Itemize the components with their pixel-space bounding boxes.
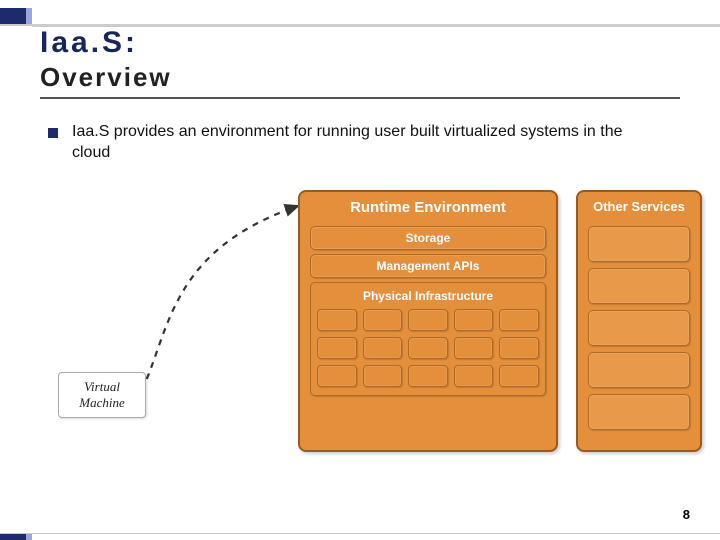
title-divider [40, 97, 680, 99]
vm-label-line2: Machine [65, 395, 139, 411]
slide-title: Iaa.S: [40, 26, 138, 60]
service-box [588, 310, 690, 346]
service-box [588, 352, 690, 388]
infra-node [408, 337, 448, 359]
other-services-panel: Other Services [576, 190, 702, 452]
infra-node [454, 309, 494, 331]
infra-node [363, 337, 403, 359]
management-apis-box: Management APIs [310, 254, 546, 278]
runtime-environment-panel: Runtime Environment Storage Management A… [298, 190, 558, 452]
other-services-stack [578, 226, 700, 444]
slide-bottom-accent [0, 520, 720, 540]
slide-top-accent [0, 0, 720, 26]
infrastructure-node-grid [317, 309, 539, 387]
physical-infrastructure-title: Physical Infrastructure [317, 287, 539, 309]
runtime-header: Runtime Environment [300, 192, 556, 222]
infra-node [317, 337, 357, 359]
infra-node [499, 337, 539, 359]
infra-node [363, 365, 403, 387]
virtual-machine-box: Virtual Machine [58, 372, 146, 418]
infra-node [363, 309, 403, 331]
storage-box: Storage [310, 226, 546, 250]
infra-node [499, 309, 539, 331]
infra-node [499, 365, 539, 387]
other-services-header: Other Services [578, 192, 700, 220]
infra-node [408, 365, 448, 387]
physical-infrastructure-box: Physical Infrastructure [310, 282, 546, 396]
infra-node [317, 365, 357, 387]
service-box [588, 394, 690, 430]
slide-subtitle: Overview [40, 62, 172, 93]
vm-label-line1: Virtual [65, 379, 139, 395]
service-box [588, 268, 690, 304]
infra-node [454, 337, 494, 359]
architecture-diagram: Virtual Machine Runtime Environment Stor… [0, 190, 720, 490]
infra-node [317, 309, 357, 331]
infra-node [454, 365, 494, 387]
bullet-icon [48, 128, 58, 138]
service-box [588, 226, 690, 262]
bullet-text: Iaa.S provides an environment for runnin… [72, 122, 662, 164]
infra-node [408, 309, 448, 331]
